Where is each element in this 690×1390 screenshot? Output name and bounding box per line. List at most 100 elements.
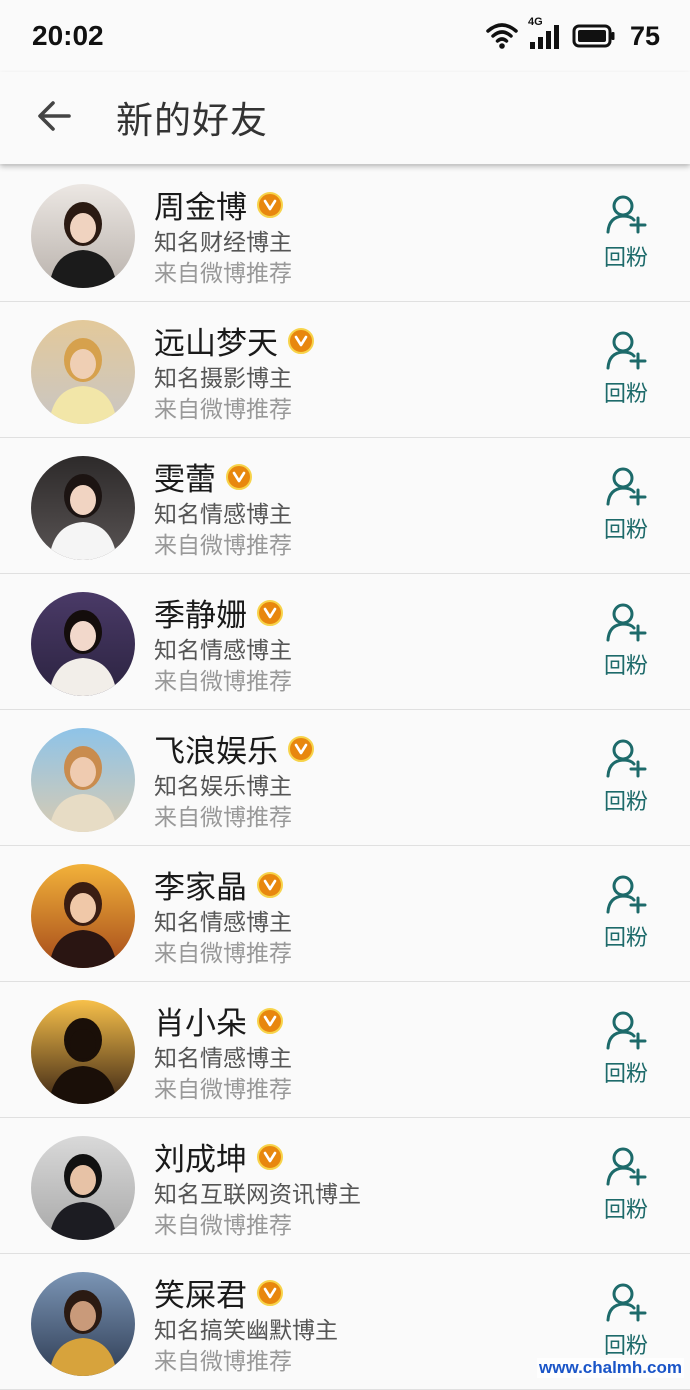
avatar[interactable] (31, 1272, 135, 1376)
add-user-icon (605, 1010, 647, 1054)
avatar[interactable] (31, 1136, 135, 1240)
wifi-icon (486, 22, 518, 50)
friend-description: 知名搞笑幽默博主 (154, 1318, 338, 1344)
follow-back-label: 回粉 (603, 790, 648, 815)
friend-list: 周金博 知名财经博主 来自微博推荐 回粉 远山梦天 知名摄影博主 来自微博推荐 … (0, 166, 690, 1390)
list-item[interactable]: 刘成坤 知名互联网资讯博主 来自微博推荐 回粉 (0, 1118, 690, 1254)
follow-back-label: 回粉 (603, 1198, 648, 1223)
name-line: 笑屎君 (154, 1270, 283, 1315)
avatar[interactable] (31, 456, 135, 560)
avatar[interactable] (31, 728, 135, 832)
friend-source: 来自微博推荐 (154, 805, 292, 831)
friend-source: 来自微博推荐 (154, 1349, 292, 1375)
network-type: 4G (527, 16, 543, 28)
follow-back-label: 回粉 (603, 246, 648, 271)
friend-description: 知名娱乐博主 (154, 774, 292, 800)
friend-name: 远山梦天 (154, 326, 278, 362)
back-button[interactable] (22, 92, 86, 144)
friend-description: 知名互联网资讯博主 (154, 1182, 361, 1208)
friend-name: 肖小朵 (154, 1006, 247, 1042)
name-line: 雯蕾 (154, 454, 252, 499)
follow-back-button[interactable]: 回粉 (602, 194, 650, 274)
friend-name: 雯蕾 (154, 462, 216, 498)
avatar[interactable] (31, 320, 135, 424)
follow-back-button[interactable]: 回粉 (602, 1282, 650, 1362)
status-time: 20:02 (32, 20, 104, 51)
follow-back-button[interactable]: 回粉 (602, 466, 650, 546)
name-line: 肖小朵 (154, 998, 283, 1043)
follow-back-button[interactable]: 回粉 (602, 602, 650, 682)
verified-badge-icon (257, 599, 283, 626)
follow-back-label: 回粉 (603, 926, 648, 951)
friend-name: 飞浪娱乐 (154, 734, 278, 770)
verified-badge-icon (288, 735, 314, 762)
friend-description: 知名情感博主 (154, 638, 292, 664)
add-user-icon (605, 194, 647, 238)
name-line: 远山梦天 (154, 318, 314, 363)
verified-badge-icon (257, 1143, 283, 1170)
follow-back-button[interactable]: 回粉 (602, 874, 650, 954)
follow-back-button[interactable]: 回粉 (602, 330, 650, 410)
battery-level: 75 (629, 20, 660, 51)
follow-back-label: 回粉 (603, 382, 648, 407)
friend-description: 知名情感博主 (154, 502, 292, 528)
avatar[interactable] (31, 1000, 135, 1104)
page-title: 新的好友 (116, 99, 268, 142)
verified-badge-icon (226, 463, 252, 490)
friend-source: 来自微博推荐 (154, 941, 292, 967)
follow-back-label: 回粉 (603, 654, 648, 679)
battery-icon (572, 24, 616, 48)
list-item[interactable]: 远山梦天 知名摄影博主 来自微博推荐 回粉 (0, 302, 690, 438)
list-item[interactable]: 周金博 知名财经博主 来自微博推荐 回粉 (0, 166, 690, 302)
verified-badge-icon (257, 191, 283, 218)
avatar[interactable] (31, 184, 135, 288)
name-line: 刘成坤 (154, 1134, 283, 1179)
add-user-icon (605, 874, 647, 918)
add-user-icon (605, 1282, 647, 1326)
friend-name: 刘成坤 (154, 1142, 247, 1178)
list-item[interactable]: 季静姗 知名情感博主 来自微博推荐 回粉 (0, 574, 690, 710)
friend-description: 知名摄影博主 (154, 366, 292, 392)
app-bar: 新的好友 (0, 72, 690, 164)
add-user-icon (605, 330, 647, 374)
friend-source: 来自微博推荐 (154, 1213, 292, 1239)
name-line: 李家晶 (154, 862, 283, 907)
list-item[interactable]: 飞浪娱乐 知名娱乐博主 来自微博推荐 回粉 (0, 710, 690, 846)
friend-source: 来自微博推荐 (154, 397, 292, 423)
list-item[interactable]: 雯蕾 知名情感博主 来自微博推荐 回粉 (0, 438, 690, 574)
friend-description: 知名情感博主 (154, 910, 292, 936)
friend-source: 来自微博推荐 (154, 533, 292, 559)
friend-name: 周金博 (154, 190, 247, 226)
name-line: 飞浪娱乐 (154, 726, 314, 771)
add-user-icon (605, 738, 647, 782)
add-user-icon (605, 466, 647, 510)
add-user-icon (605, 602, 647, 646)
friend-name: 季静姗 (154, 598, 247, 634)
follow-back-label: 回粉 (603, 1062, 648, 1087)
verified-badge-icon (257, 871, 283, 898)
friend-source: 来自微博推荐 (154, 669, 292, 695)
status-icons: 4G 75 (486, 16, 660, 54)
friend-source: 来自微博推荐 (154, 1077, 292, 1103)
arrow-left-icon (36, 100, 72, 136)
friend-description: 知名情感博主 (154, 1046, 292, 1072)
friend-name: 笑屎君 (154, 1278, 247, 1314)
avatar[interactable] (31, 864, 135, 968)
follow-back-label: 回粉 (603, 518, 648, 543)
name-line: 季静姗 (154, 590, 283, 635)
status-bar: 20:02 4G 75 (0, 0, 690, 72)
follow-back-button[interactable]: 回粉 (602, 1146, 650, 1226)
name-line: 周金博 (154, 182, 283, 227)
avatar[interactable] (31, 592, 135, 696)
follow-back-label: 回粉 (603, 1334, 648, 1359)
watermark: www.chalmh.com (537, 1358, 684, 1378)
friend-source: 来自微博推荐 (154, 261, 292, 287)
friend-name: 李家晶 (154, 870, 247, 906)
follow-back-button[interactable]: 回粉 (602, 738, 650, 818)
verified-badge-icon (257, 1279, 283, 1306)
follow-back-button[interactable]: 回粉 (602, 1010, 650, 1090)
list-item[interactable]: 肖小朵 知名情感博主 来自微博推荐 回粉 (0, 982, 690, 1118)
verified-badge-icon (257, 1007, 283, 1034)
verified-badge-icon (288, 327, 314, 354)
list-item[interactable]: 李家晶 知名情感博主 来自微博推荐 回粉 (0, 846, 690, 982)
